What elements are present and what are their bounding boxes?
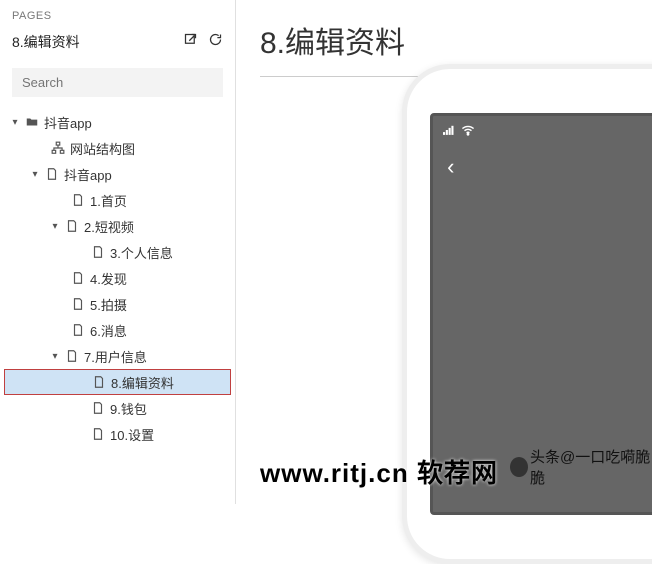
tree-item-p9[interactable]: 9.钱包	[4, 395, 231, 421]
current-page-row: 8.编辑资料	[0, 26, 235, 60]
page-icon	[91, 374, 107, 390]
tree-item-app[interactable]: ▾ 抖音app	[4, 161, 231, 187]
page-actions	[183, 32, 223, 52]
caret-down-icon[interactable]: ▾	[30, 169, 40, 180]
page-icon	[44, 166, 60, 182]
caret-down-icon[interactable]: ▾	[50, 221, 60, 232]
tree-label: 8.编辑资料	[111, 373, 174, 392]
search-box	[12, 68, 223, 97]
tree-label: 7.用户信息	[84, 347, 147, 366]
avatar	[510, 457, 528, 477]
sitemap-icon	[50, 140, 66, 156]
tree-item-p1[interactable]: 1.首页	[4, 187, 231, 213]
page-icon	[64, 348, 80, 364]
tree-item-p6[interactable]: 6.消息	[4, 317, 231, 343]
tree-item-p2[interactable]: ▾ 2.短视频	[4, 213, 231, 239]
refresh-icon[interactable]	[208, 32, 223, 52]
tree-label: 5.拍摄	[90, 295, 127, 314]
pages-header: PAGES	[0, 0, 235, 26]
current-page-name: 8.编辑资料	[12, 32, 80, 52]
tree-label: 9.钱包	[110, 399, 147, 418]
tree-label: 1.首页	[90, 191, 127, 210]
main-canvas: 8.编辑资料 ‹	[236, 0, 652, 504]
caret-down-icon[interactable]: ▾	[50, 351, 60, 362]
caret-down-icon[interactable]: ▾	[10, 117, 20, 128]
watermark-url: www.ritj.cn 软荐网	[260, 453, 498, 490]
tree-item-p5[interactable]: 5.拍摄	[4, 291, 231, 317]
tree-item-p8-selected[interactable]: 8.编辑资料	[4, 369, 231, 395]
wifi-icon	[461, 124, 475, 139]
search-input[interactable]	[12, 68, 223, 97]
tree-label: 3.个人信息	[110, 243, 173, 262]
page-tree: ▾ 抖音app 网站结构图 ▾ 抖音app 1.首页 ▾ 2.短视频	[0, 109, 235, 504]
watermark-sub: 头条@一口吃嗬脆脆	[510, 446, 652, 488]
page-icon	[64, 218, 80, 234]
page-icon	[90, 400, 106, 416]
pages-label: PAGES	[12, 10, 223, 22]
tree-item-p10[interactable]: 10.设置	[4, 421, 231, 447]
tree-label: 2.短视频	[84, 217, 134, 236]
page-icon	[70, 322, 86, 338]
tree-item-p3[interactable]: 3.个人信息	[4, 239, 231, 265]
page-icon	[90, 426, 106, 442]
export-icon[interactable]	[183, 32, 198, 52]
tree-label: 抖音app	[64, 165, 112, 184]
page-title: 8.编辑资料	[260, 18, 628, 62]
sidebar: PAGES 8.编辑资料 ▾ 抖音app 网站结构图	[0, 0, 236, 504]
tree-label: 4.发现	[90, 269, 127, 288]
signal-icon	[443, 124, 457, 139]
page-icon	[90, 244, 106, 260]
tree-item-sitemap[interactable]: 网站结构图	[4, 135, 231, 161]
tree-label: 10.设置	[110, 425, 154, 444]
tree-item-p7[interactable]: ▾ 7.用户信息	[4, 343, 231, 369]
tree-folder-root[interactable]: ▾ 抖音app	[4, 109, 231, 135]
status-bar	[443, 124, 475, 139]
page-icon	[70, 296, 86, 312]
tree-label: 网站结构图	[70, 139, 135, 158]
tree-item-p4[interactable]: 4.发现	[4, 265, 231, 291]
page-icon	[70, 192, 86, 208]
watermark-sub-text: 头条@一口吃嗬脆脆	[530, 446, 652, 488]
back-button[interactable]: ‹	[447, 154, 454, 180]
folder-icon	[24, 114, 40, 130]
page-icon	[70, 270, 86, 286]
tree-label: 抖音app	[44, 113, 92, 132]
tree-label: 6.消息	[90, 321, 127, 340]
